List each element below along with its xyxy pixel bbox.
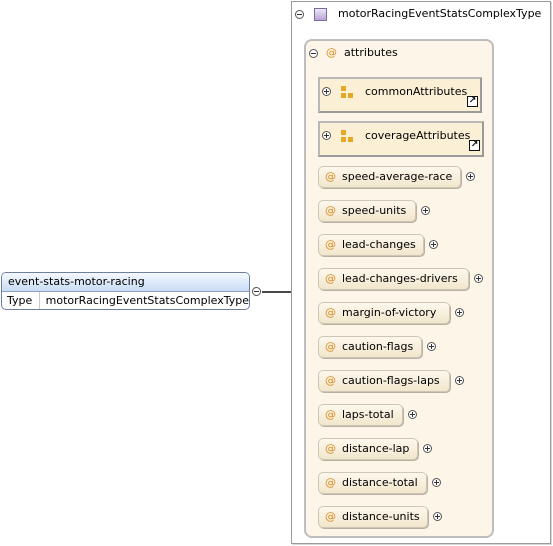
expand-attribute[interactable] [427,342,436,351]
complex-type-name: motorRacingEventStatsComplexType [338,7,542,20]
element-type-row: Type motorRacingEventStatsComplexType [2,292,249,309]
attribute-name: distance-total [342,476,418,489]
expand-attribute[interactable] [429,240,438,249]
attribute-symbol: @ [325,170,336,183]
link-arrow-icon[interactable]: ↗ [469,140,480,151]
element-collapse-toggle[interactable] [252,287,261,296]
attributes-collapse-toggle[interactable] [309,49,318,58]
attribute-speed-units[interactable]: @ speed-units [318,200,416,222]
attribute-group-name: coverageAttributes [365,129,471,142]
attribute-group-icon [341,86,354,98]
expand-attribute[interactable] [432,478,441,487]
attribute-name: caution-flags-laps [342,374,440,387]
attribute-distance-lap[interactable]: @ distance-lap [318,438,418,460]
attributes-label: attributes [344,46,398,59]
expand-attribute[interactable] [421,206,430,215]
attribute-name: caution-flags [342,340,414,353]
attribute-lead-changes-drivers[interactable]: @ lead-changes-drivers [318,268,469,290]
attribute-symbol: @ [325,408,336,421]
type-value: motorRacingEventStatsComplexType [45,294,249,307]
attribute-name: distance-lap [342,442,410,455]
attribute-laps-total[interactable]: @ laps-total [318,404,403,426]
link-arrow-icon[interactable]: ↗ [467,96,478,107]
expand-attribute[interactable] [423,444,432,453]
attribute-lead-changes[interactable]: @ lead-changes [318,234,424,256]
attribute-name: lead-changes-drivers [342,272,458,285]
attribute-distance-units[interactable]: @ distance-units [318,506,428,528]
expand-attribute[interactable] [466,172,475,181]
complex-type-collapse-toggle[interactable] [295,10,304,19]
attribute-margin-of-victory[interactable]: @ margin-of-victory [318,302,450,324]
expand-attribute[interactable] [455,308,464,317]
attribute-name: speed-units [342,204,407,217]
attribute-symbol: @ [325,442,336,455]
attribute-name: laps-total [342,408,394,421]
attribute-group-name: commonAttributes [365,85,468,98]
expand-attribute[interactable] [408,410,417,419]
attribute-symbol: @ [325,476,336,489]
attributes-symbol: @ [326,46,337,59]
attribute-symbol: @ [325,374,336,387]
attribute-symbol: @ [325,510,336,523]
attribute-symbol: @ [325,204,336,217]
attribute-symbol: @ [325,272,336,285]
attribute-speed-average-race[interactable]: @ speed-average-race [318,166,461,188]
attribute-caution-flags[interactable]: @ caution-flags [318,336,422,358]
attribute-caution-flags-laps[interactable]: @ caution-flags-laps [318,370,450,392]
expand-common-attributes[interactable] [322,87,331,96]
attribute-name: lead-changes [342,238,416,251]
attribute-symbol: @ [325,306,336,319]
expand-attribute[interactable] [474,274,483,283]
expand-coverage-attributes[interactable] [322,131,331,140]
expand-attribute[interactable] [455,376,464,385]
attribute-name: margin-of-victory [342,306,437,319]
attribute-group-icon [341,130,354,142]
attribute-symbol: @ [325,238,336,251]
element-box[interactable]: event-stats-motor-racing Type motorRacin… [1,272,250,310]
attribute-name: speed-average-race [342,170,453,183]
attribute-name: distance-units [342,510,420,523]
type-key: Type [2,292,40,309]
expand-attribute[interactable] [433,512,442,521]
attribute-distance-total[interactable]: @ distance-total [318,472,427,494]
attribute-symbol: @ [325,340,336,353]
complex-type-icon [314,8,327,21]
element-name: event-stats-motor-racing [2,273,249,292]
